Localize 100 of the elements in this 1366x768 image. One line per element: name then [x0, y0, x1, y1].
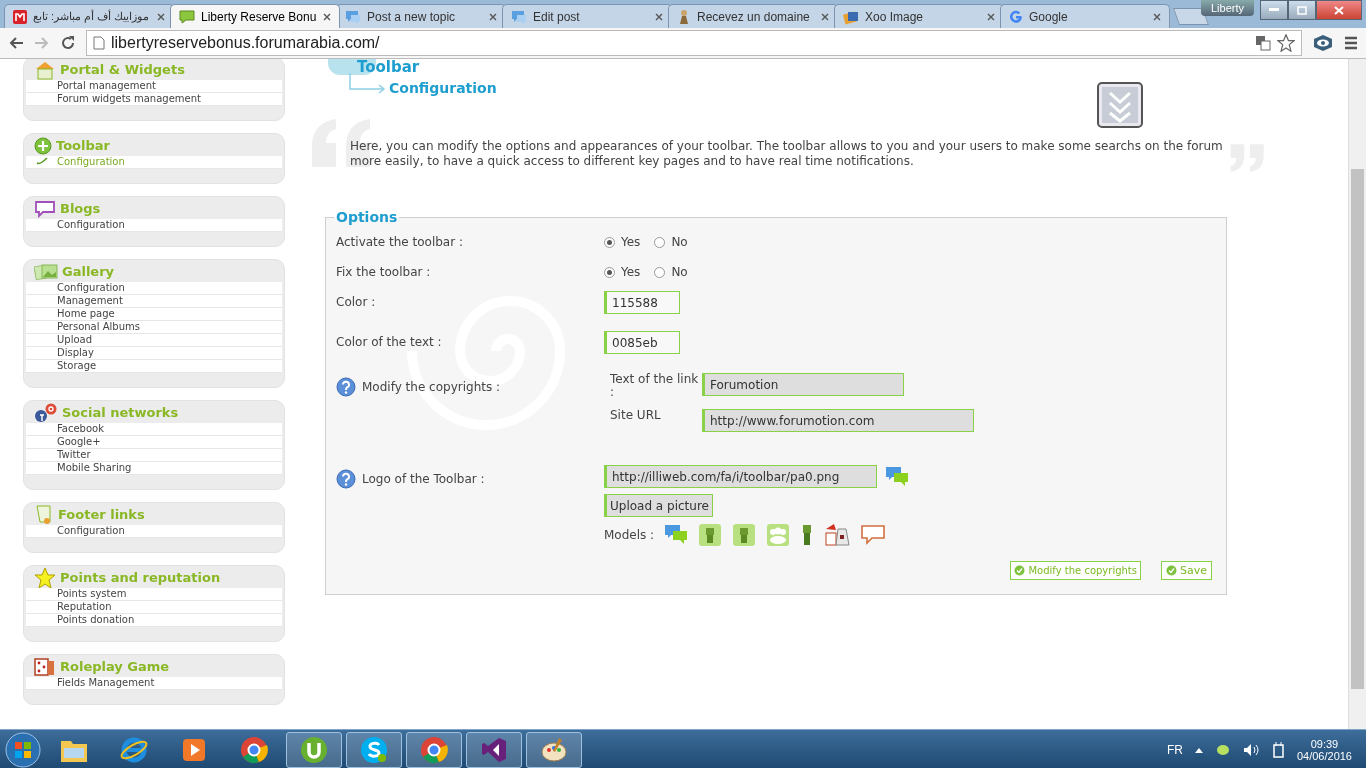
taskbar-button[interactable] [346, 732, 402, 768]
palette-icon[interactable] [539, 735, 569, 765]
chat-bubbles-icon [885, 465, 909, 488]
play-icon[interactable] [180, 736, 208, 764]
menu-link[interactable]: Personal Albums [26, 321, 282, 334]
eye-icon[interactable] [1312, 34, 1334, 52]
star-outline-icon[interactable] [1277, 34, 1295, 52]
close-icon[interactable] [987, 12, 995, 21]
robot-tile-icon [732, 523, 757, 547]
menu-heading: Blogs [60, 201, 101, 216]
menu-link[interactable]: Fields Management [26, 677, 282, 690]
option-label: Color : [336, 295, 376, 309]
menu-link[interactable]: Points system [26, 588, 282, 601]
tri-colour-circle-icon[interactable] [239, 735, 269, 765]
option-label: Activate the toolbar : [336, 235, 463, 249]
close-icon[interactable] [157, 12, 165, 21]
close-icon[interactable] [655, 12, 663, 21]
field-label: Site URL [609, 409, 662, 422]
taskbar-button[interactable] [406, 732, 462, 768]
panel-legend: Options [334, 209, 400, 225]
menu-link[interactable]: Configuration [26, 282, 282, 295]
menu-icon[interactable] [1344, 36, 1358, 50]
page-subtitle: Configuration [389, 80, 497, 96]
taskbar-button[interactable] [466, 732, 522, 768]
menu-link[interactable]: Forum widgets management [26, 93, 282, 106]
option-label: Fix the toolbar : [336, 265, 431, 279]
radio-option[interactable]: Yes [604, 235, 641, 249]
scrollbar[interactable] [1348, 59, 1366, 729]
option-label: Color of the text : [336, 335, 442, 349]
profile-button[interactable]: Liberty [1200, 0, 1254, 16]
address-bar[interactable]: libertyreservebonus.forumarabia.com/ [86, 30, 1302, 56]
close-icon[interactable] [1153, 12, 1161, 21]
speech-bubble-icon [511, 9, 527, 24]
menu-heading: Roleplay Game [60, 659, 170, 674]
input-field[interactable]: http://www.forumotion.com [702, 409, 974, 432]
group-tile-icon [766, 523, 791, 547]
description-text: Here, you can modify the options and appearances of your toolbar. The toolbar allows to you and your users to make some searchs on the forum more easily, to have a quick access to different key pages and to have real time notifications. [350, 139, 1224, 169]
taskbar-button[interactable] [286, 732, 342, 768]
menu-link[interactable]: Twitter [26, 449, 282, 462]
input-field[interactable]: http://illiweb.com/fa/i/toolbar/pa0.png [604, 465, 877, 488]
browser-tab[interactable]: Google [1000, 4, 1170, 28]
menu-link[interactable]: Home page [26, 308, 282, 321]
taskbar-button[interactable] [526, 732, 582, 768]
close-button[interactable] [1316, 0, 1362, 20]
speaker-icon[interactable] [1242, 743, 1259, 757]
close-icon[interactable] [489, 12, 497, 21]
browser-tab[interactable]: Liberty Reserve Bonu [170, 4, 340, 28]
upload-button[interactable]: Upload a picture [604, 494, 713, 517]
menu-heading: Footer links [58, 507, 145, 522]
new-tab-button[interactable] [1172, 8, 1210, 25]
battery-plug-icon[interactable] [1270, 742, 1285, 758]
menu-link[interactable]: Mobile Sharing [26, 462, 282, 475]
minimize-button[interactable] [1260, 0, 1288, 20]
e-logo-icon[interactable] [119, 735, 149, 765]
input-field[interactable]: 0085eb [604, 331, 680, 354]
clock[interactable]: 09:39 04/06/2016 [1296, 738, 1352, 762]
house-icon [34, 59, 56, 80]
s-logo-icon[interactable] [359, 735, 389, 765]
menu-link[interactable]: Reputation [26, 601, 282, 614]
menu-link[interactable]: Management [26, 295, 282, 308]
maximize-button[interactable] [1288, 0, 1316, 20]
network-icon[interactable] [1214, 743, 1231, 757]
reload-icon[interactable] [60, 35, 76, 51]
infinity-logo-icon[interactable] [479, 735, 509, 765]
close-icon[interactable] [821, 12, 829, 21]
input-field[interactable]: 115588 [604, 291, 680, 314]
tri-colour-circle-icon[interactable] [419, 735, 449, 765]
menu-link[interactable]: Configuration [26, 219, 282, 232]
menu-link[interactable]: Storage [26, 360, 282, 373]
check-icon [36, 157, 48, 165]
radio-option[interactable]: No [654, 265, 688, 279]
menu-heading: Gallery [62, 264, 115, 279]
menu-link[interactable]: Upload [26, 334, 282, 347]
menu-link[interactable]: Portal management [26, 80, 282, 93]
menu-heading: Portal & Widgets [60, 62, 185, 77]
start-orb-icon[interactable] [4, 731, 42, 768]
radio-option[interactable]: No [654, 235, 688, 249]
menu-link[interactable]: Google+ [26, 436, 282, 449]
input-field[interactable]: Forumotion [702, 373, 904, 396]
download-arrows-icon [1096, 81, 1144, 129]
menu-link[interactable]: Facebook [26, 423, 282, 436]
menu-link[interactable]: Display [26, 347, 282, 360]
menu-heading: Toolbar [56, 138, 110, 153]
close-icon[interactable] [323, 12, 331, 21]
menu-link[interactable]: Configuration [26, 525, 282, 538]
menu-link[interactable]: Points donation [26, 614, 282, 627]
help-icon[interactable] [336, 377, 356, 397]
up-caret-icon[interactable] [1194, 747, 1203, 753]
speech-bubble-icon [179, 9, 195, 24]
check-circle-icon [1014, 565, 1026, 576]
radio-option[interactable]: Yes [604, 265, 641, 279]
maximize-icon [1297, 5, 1307, 15]
dice-cup-icon [824, 523, 851, 547]
mu-logo-icon[interactable] [299, 735, 329, 765]
translate-icon[interactable] [1255, 35, 1271, 51]
option-label: Modify the copyrights : [362, 380, 501, 394]
scroll-icon [34, 503, 54, 526]
back-icon[interactable] [8, 36, 24, 50]
language-indicator[interactable]: FR [1166, 743, 1183, 757]
help-icon[interactable] [336, 469, 356, 489]
